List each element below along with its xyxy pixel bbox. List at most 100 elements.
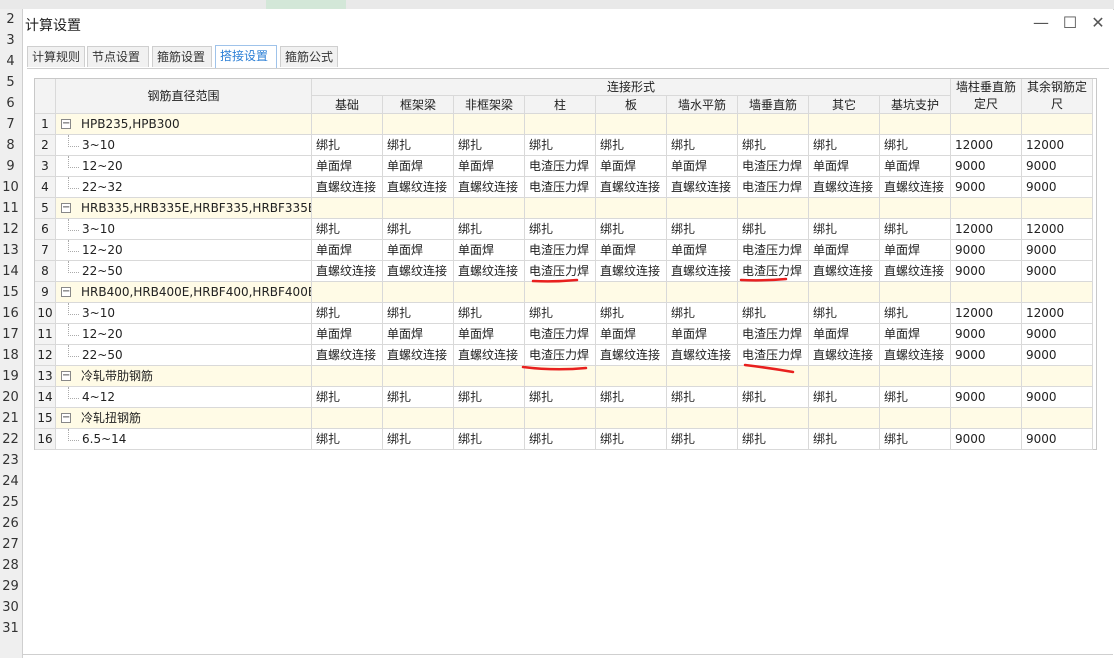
value-cell[interactable]: 单面焊: [454, 156, 525, 177]
value-cell[interactable]: 直螺纹连接: [880, 345, 951, 366]
value-cell[interactable]: 绑扎: [880, 387, 951, 408]
value-cell[interactable]: 绑扎: [596, 429, 667, 450]
value-cell[interactable]: 直螺纹连接: [880, 261, 951, 282]
value-cell[interactable]: 单面焊: [312, 240, 383, 261]
value-cell[interactable]: 9000: [951, 177, 1022, 198]
group-row-label[interactable]: HRB335,HRB335E,HRBF335,HRBF335E −: [56, 198, 312, 219]
value-cell[interactable]: 绑扎: [312, 429, 383, 450]
value-cell[interactable]: 单面焊: [667, 240, 738, 261]
value-cell[interactable]: 9000: [951, 345, 1022, 366]
value-cell[interactable]: 单面焊: [880, 324, 951, 345]
value-cell[interactable]: 绑扎: [596, 387, 667, 408]
value-cell[interactable]: 12000: [1022, 219, 1093, 240]
value-cell[interactable]: 绑扎: [880, 303, 951, 324]
value-cell[interactable]: 绑扎: [525, 135, 596, 156]
value-cell[interactable]: 绑扎: [383, 387, 454, 408]
value-cell[interactable]: 绑扎: [312, 303, 383, 324]
value-cell[interactable]: 直螺纹连接: [596, 345, 667, 366]
range-label[interactable]: 3~10: [56, 303, 312, 324]
value-cell[interactable]: 绑扎: [525, 219, 596, 240]
group-row-label[interactable]: HPB235,HPB300−: [56, 114, 312, 135]
value-cell[interactable]: 绑扎: [809, 219, 880, 240]
value-cell[interactable]: 绑扎: [454, 135, 525, 156]
value-cell[interactable]: 直螺纹连接: [454, 177, 525, 198]
value-cell[interactable]: 9000: [951, 261, 1022, 282]
value-cell[interactable]: 绑扎: [738, 429, 809, 450]
value-cell[interactable]: 电渣压力焊: [525, 156, 596, 177]
range-label[interactable]: 4~12: [56, 387, 312, 408]
value-cell[interactable]: 绑扎: [809, 303, 880, 324]
value-cell[interactable]: 电渣压力焊: [738, 240, 809, 261]
value-cell[interactable]: 绑扎: [383, 303, 454, 324]
value-cell[interactable]: 单面焊: [454, 240, 525, 261]
value-cell[interactable]: 绑扎: [383, 429, 454, 450]
tab-3[interactable]: 箍筋设置: [152, 46, 212, 67]
value-cell[interactable]: 绑扎: [596, 303, 667, 324]
collapse-icon[interactable]: −: [61, 119, 71, 129]
value-cell[interactable]: 电渣压力焊: [738, 156, 809, 177]
close-button[interactable]: ✕: [1088, 13, 1108, 32]
value-cell[interactable]: 绑扎: [312, 387, 383, 408]
value-cell[interactable]: 绑扎: [809, 135, 880, 156]
value-cell[interactable]: 绑扎: [525, 429, 596, 450]
group-row-label[interactable]: 冷轧扭钢筋 −: [56, 408, 312, 429]
range-label[interactable]: 22~32: [56, 177, 312, 198]
value-cell[interactable]: 电渣压力焊: [525, 261, 596, 282]
value-cell[interactable]: 直螺纹连接: [667, 345, 738, 366]
value-cell[interactable]: 直螺纹连接: [596, 261, 667, 282]
range-label[interactable]: 22~50: [56, 261, 312, 282]
value-cell[interactable]: 绑扎: [454, 219, 525, 240]
value-cell[interactable]: 绑扎: [809, 429, 880, 450]
value-cell[interactable]: 绑扎: [738, 303, 809, 324]
value-cell[interactable]: 绑扎: [596, 219, 667, 240]
maximize-button[interactable]: ☐: [1060, 13, 1080, 32]
value-cell[interactable]: 直螺纹连接: [383, 345, 454, 366]
value-cell[interactable]: 单面焊: [454, 324, 525, 345]
value-cell[interactable]: 直螺纹连接: [383, 177, 454, 198]
value-cell[interactable]: 绑扎: [667, 303, 738, 324]
minimize-button[interactable]: —: [1031, 13, 1051, 32]
value-cell[interactable]: 9000: [951, 387, 1022, 408]
range-label[interactable]: 3~10: [56, 219, 312, 240]
value-cell[interactable]: 单面焊: [667, 156, 738, 177]
value-cell[interactable]: 9000: [1022, 177, 1093, 198]
tab-4[interactable]: 搭接设置: [215, 45, 277, 68]
value-cell[interactable]: 单面焊: [667, 324, 738, 345]
value-cell[interactable]: 9000: [1022, 387, 1093, 408]
value-cell[interactable]: 电渣压力焊: [525, 324, 596, 345]
value-cell[interactable]: 单面焊: [596, 324, 667, 345]
value-cell[interactable]: 9000: [951, 156, 1022, 177]
value-cell[interactable]: 绑扎: [738, 387, 809, 408]
collapse-icon[interactable]: −: [61, 203, 71, 213]
group-row-label[interactable]: 冷轧带肋钢筋 −: [56, 366, 312, 387]
tab-2[interactable]: 节点设置: [87, 46, 149, 67]
value-cell[interactable]: 电渣压力焊: [738, 177, 809, 198]
value-cell[interactable]: 直螺纹连接: [312, 261, 383, 282]
value-cell[interactable]: 绑扎: [880, 135, 951, 156]
value-cell[interactable]: 直螺纹连接: [454, 261, 525, 282]
value-cell[interactable]: 绑扎: [667, 387, 738, 408]
value-cell[interactable]: 绑扎: [667, 429, 738, 450]
range-label[interactable]: 12~20: [56, 240, 312, 261]
value-cell[interactable]: 绑扎: [454, 303, 525, 324]
value-cell[interactable]: 绑扎: [312, 135, 383, 156]
value-cell[interactable]: 单面焊: [383, 240, 454, 261]
value-cell[interactable]: 9000: [1022, 345, 1093, 366]
value-cell[interactable]: 绑扎: [525, 387, 596, 408]
value-cell[interactable]: 9000: [1022, 156, 1093, 177]
group-row-label[interactable]: HRB400,HRB400E,HRBF400,HRBF400E... −: [56, 282, 312, 303]
value-cell[interactable]: 单面焊: [809, 156, 880, 177]
value-cell[interactable]: 绑扎: [880, 219, 951, 240]
value-cell[interactable]: 绑扎: [312, 219, 383, 240]
collapse-icon[interactable]: −: [61, 371, 71, 381]
value-cell[interactable]: 单面焊: [809, 324, 880, 345]
value-cell[interactable]: 9000: [951, 429, 1022, 450]
value-cell[interactable]: 直螺纹连接: [312, 177, 383, 198]
value-cell[interactable]: 绑扎: [596, 135, 667, 156]
value-cell[interactable]: 单面焊: [880, 240, 951, 261]
value-cell[interactable]: 直螺纹连接: [809, 177, 880, 198]
range-label[interactable]: 12~20: [56, 156, 312, 177]
value-cell[interactable]: 直螺纹连接: [454, 345, 525, 366]
value-cell[interactable]: 直螺纹连接: [809, 261, 880, 282]
value-cell[interactable]: 12000: [951, 303, 1022, 324]
